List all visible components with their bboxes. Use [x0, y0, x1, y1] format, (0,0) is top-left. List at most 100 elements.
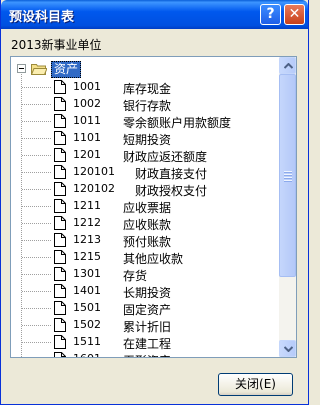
document-icon: [54, 335, 66, 349]
tree-connector-line: [22, 206, 52, 207]
help-icon: ?: [266, 6, 275, 22]
title-bar[interactable]: 预设科目表 ? ✕: [1, 0, 308, 29]
account-code: 1002: [73, 97, 101, 110]
account-name: 银行存款: [123, 99, 172, 113]
grip-line: [284, 174, 292, 176]
account-code: 1215: [73, 250, 101, 263]
tree-item[interactable]: 1511 在建工程: [11, 334, 280, 351]
document-icon: [54, 182, 66, 196]
document-icon: [54, 97, 66, 111]
grip-line: [284, 180, 292, 182]
tree-item[interactable]: 120101 财政直接支付: [11, 164, 280, 181]
window-title: 预设科目表: [9, 10, 75, 25]
tree-connector-line: [22, 189, 52, 190]
account-code: 1502: [73, 318, 101, 331]
vertical-scrollbar[interactable]: [279, 57, 296, 357]
tree-root-label: 资产: [51, 61, 82, 78]
account-name: 财政授权支付: [135, 184, 208, 198]
document-icon: [54, 165, 66, 179]
account-code: 1501: [73, 301, 101, 314]
document-icon: [54, 318, 66, 332]
document-icon: [54, 199, 66, 213]
tree-connector-line: [22, 138, 52, 139]
account-name: 无形资产: [123, 352, 171, 357]
tree-item[interactable]: 1501 固定资产: [11, 300, 280, 317]
account-code: 1511: [73, 335, 101, 348]
tree-connector-line: [22, 155, 52, 156]
help-button[interactable]: ?: [260, 4, 281, 25]
unit-name-label: 2013新事业单位: [11, 38, 102, 52]
tree-connector-line: [22, 121, 52, 122]
account-name: 预付账款: [123, 235, 172, 249]
account-name: 应收账款: [123, 218, 172, 232]
tree-connector-line: [22, 223, 52, 224]
tree-connector-line: [22, 342, 52, 343]
account-name: 长期投资: [123, 286, 172, 300]
account-name: 应收票据: [123, 201, 172, 215]
tree-item[interactable]: 1201 财政应返还额度: [11, 147, 280, 164]
tree-connector-line: [22, 172, 52, 173]
account-code: 1011: [73, 114, 101, 127]
account-code: 1401: [73, 284, 101, 297]
close-icon: ✕: [288, 6, 301, 22]
document-icon: [54, 114, 66, 128]
tree-connector-line: [22, 325, 52, 326]
tree-item[interactable]: 1002 银行存款: [11, 96, 280, 113]
scroll-down-button[interactable]: [279, 340, 296, 357]
account-code: 1001: [73, 80, 101, 93]
account-tree[interactable]: 资产 1001 库存现金 1002 银行存款 1011 零余额账户用款额度 1101 短期投资…: [10, 56, 297, 358]
tree-connector-line: [22, 274, 52, 275]
tree-item[interactable]: 1211 应收票据: [11, 198, 280, 215]
tree-item[interactable]: 1215 其他应收款: [11, 249, 280, 266]
tree-item[interactable]: 1213 预付账款: [11, 232, 280, 249]
tree-item[interactable]: 1502 累计折旧: [11, 317, 280, 334]
account-name: 财政直接支付: [135, 167, 208, 181]
folder-open-icon: [31, 64, 47, 75]
scroll-thumb[interactable]: [279, 74, 296, 277]
tree-item[interactable]: 1011 零余额账户用款额度: [11, 113, 280, 130]
document-icon: [54, 284, 66, 298]
account-name: 短期投资: [123, 133, 172, 147]
account-name: 库存现金: [123, 82, 172, 96]
document-icon: [54, 131, 66, 145]
close-dialog-button[interactable]: 关闭(E): [218, 373, 293, 396]
account-code: 1201: [73, 148, 101, 161]
arrow-up-icon: [284, 63, 293, 69]
account-name: 零余额账户用款额度: [123, 116, 232, 130]
collapse-toggle-icon[interactable]: [17, 64, 26, 73]
tree-list: 资产 1001 库存现金 1002 银行存款 1011 零余额账户用款额度 1101 短期投资…: [11, 57, 280, 357]
account-code: 1301: [73, 267, 101, 280]
tree-item[interactable]: 1212 应收账款: [11, 215, 280, 232]
dialog-window: 预设科目表 ? ✕ 2013新事业单位 资产 1001 库存现金 1002 银行存款 1…: [0, 0, 309, 405]
document-icon: [54, 80, 66, 94]
tree-item[interactable]: 1601 无形资产: [11, 351, 280, 357]
account-code: 1212: [73, 216, 101, 229]
document-icon: [54, 216, 66, 230]
account-name: 其他应收款: [123, 252, 184, 266]
tree-connector-line: [22, 240, 52, 241]
grip-line: [284, 171, 292, 173]
tree-connector-line: [22, 87, 52, 88]
account-code: 1101: [73, 131, 101, 144]
document-icon: [54, 148, 66, 162]
account-name: 存货: [123, 269, 148, 283]
tree-connector-line: [22, 104, 52, 105]
document-icon: [54, 250, 66, 264]
tree-item[interactable]: 1001 库存现金: [11, 79, 280, 96]
tree-connector-line: [22, 291, 52, 292]
account-name: 累计折旧: [123, 320, 172, 334]
account-code: 1213: [73, 233, 101, 246]
account-name: 财政应返还额度: [123, 150, 208, 164]
account-code: 120101: [73, 165, 115, 178]
tree-connector-line: [22, 308, 52, 309]
document-icon: [54, 352, 66, 357]
tree-item[interactable]: 1101 短期投资: [11, 130, 280, 147]
account-name: 在建工程: [123, 337, 172, 351]
tree-item[interactable]: 1401 长期投资: [11, 283, 280, 300]
tree-item[interactable]: 120102 财政授权支付: [11, 181, 280, 198]
tree-item[interactable]: 1301 存货: [11, 266, 280, 283]
scroll-up-button[interactable]: [279, 57, 296, 74]
title-close-button[interactable]: ✕: [284, 4, 305, 25]
document-icon: [54, 267, 66, 281]
tree-connector-line: [22, 257, 52, 258]
